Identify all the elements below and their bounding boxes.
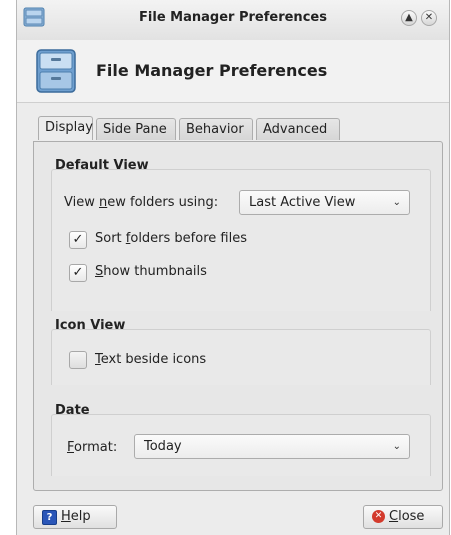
view-folders-label: View new folders using: (64, 195, 219, 210)
window-title: File Manager Preferences (139, 10, 327, 25)
tab-label: Side Pane (103, 122, 167, 137)
format-label: Format: (67, 440, 118, 455)
tab-label: Advanced (263, 122, 328, 137)
close-circle-icon: ✕ (372, 510, 385, 523)
dialog-header: File Manager Preferences (17, 40, 449, 103)
close-button[interactable]: ✕ Close (363, 505, 443, 529)
chevron-down-icon: ⌄ (392, 441, 401, 452)
view-mode-select[interactable]: Last Active View ⌄ (239, 190, 410, 215)
help-icon: ? (42, 510, 57, 525)
text-beside-icons-checkbox[interactable] (69, 351, 87, 369)
help-label: Help (61, 509, 91, 524)
checkmark-icon: ✓ (72, 232, 84, 247)
text-beside-icons-label[interactable]: Text beside icons (95, 352, 206, 367)
tab-behavior[interactable]: Behavior (179, 118, 253, 140)
window-close-button[interactable]: ✕ (421, 10, 437, 26)
chevron-down-icon: ⌄ (392, 197, 401, 208)
title-bar[interactable]: File Manager Preferences ▲ ✕ (17, 0, 449, 40)
sort-folders-checkbox[interactable]: ✓ (69, 231, 87, 249)
maximize-button[interactable]: ▲ (401, 10, 417, 26)
date-format-select[interactable]: Today ⌄ (134, 434, 410, 459)
dialog-heading: File Manager Preferences (96, 61, 328, 80)
help-button[interactable]: ? Help (33, 505, 117, 529)
tab-display[interactable]: Display (38, 116, 93, 140)
date-format-value: Today (144, 439, 182, 454)
show-thumbnails-checkbox[interactable]: ✓ (69, 264, 87, 282)
close-icon: ✕ (424, 12, 434, 23)
preferences-window: File Manager Preferences ▲ ✕ File Manage… (16, 0, 450, 535)
tab-label: Display (45, 120, 93, 135)
tab-side-pane[interactable]: Side Pane (96, 118, 176, 140)
file-cabinet-icon (36, 49, 76, 93)
tab-label: Behavior (186, 122, 244, 137)
checkmark-icon: ✓ (72, 265, 84, 280)
view-mode-value: Last Active View (249, 195, 356, 210)
chevron-up-icon: ▲ (405, 12, 413, 23)
show-thumbnails-label[interactable]: Show thumbnails (95, 264, 207, 279)
sort-folders-label[interactable]: Sort folders before files (95, 231, 247, 246)
display-panel: Default View View new folders using: Las… (33, 141, 443, 491)
close-label: Close (389, 509, 425, 524)
tab-advanced[interactable]: Advanced (256, 118, 340, 140)
